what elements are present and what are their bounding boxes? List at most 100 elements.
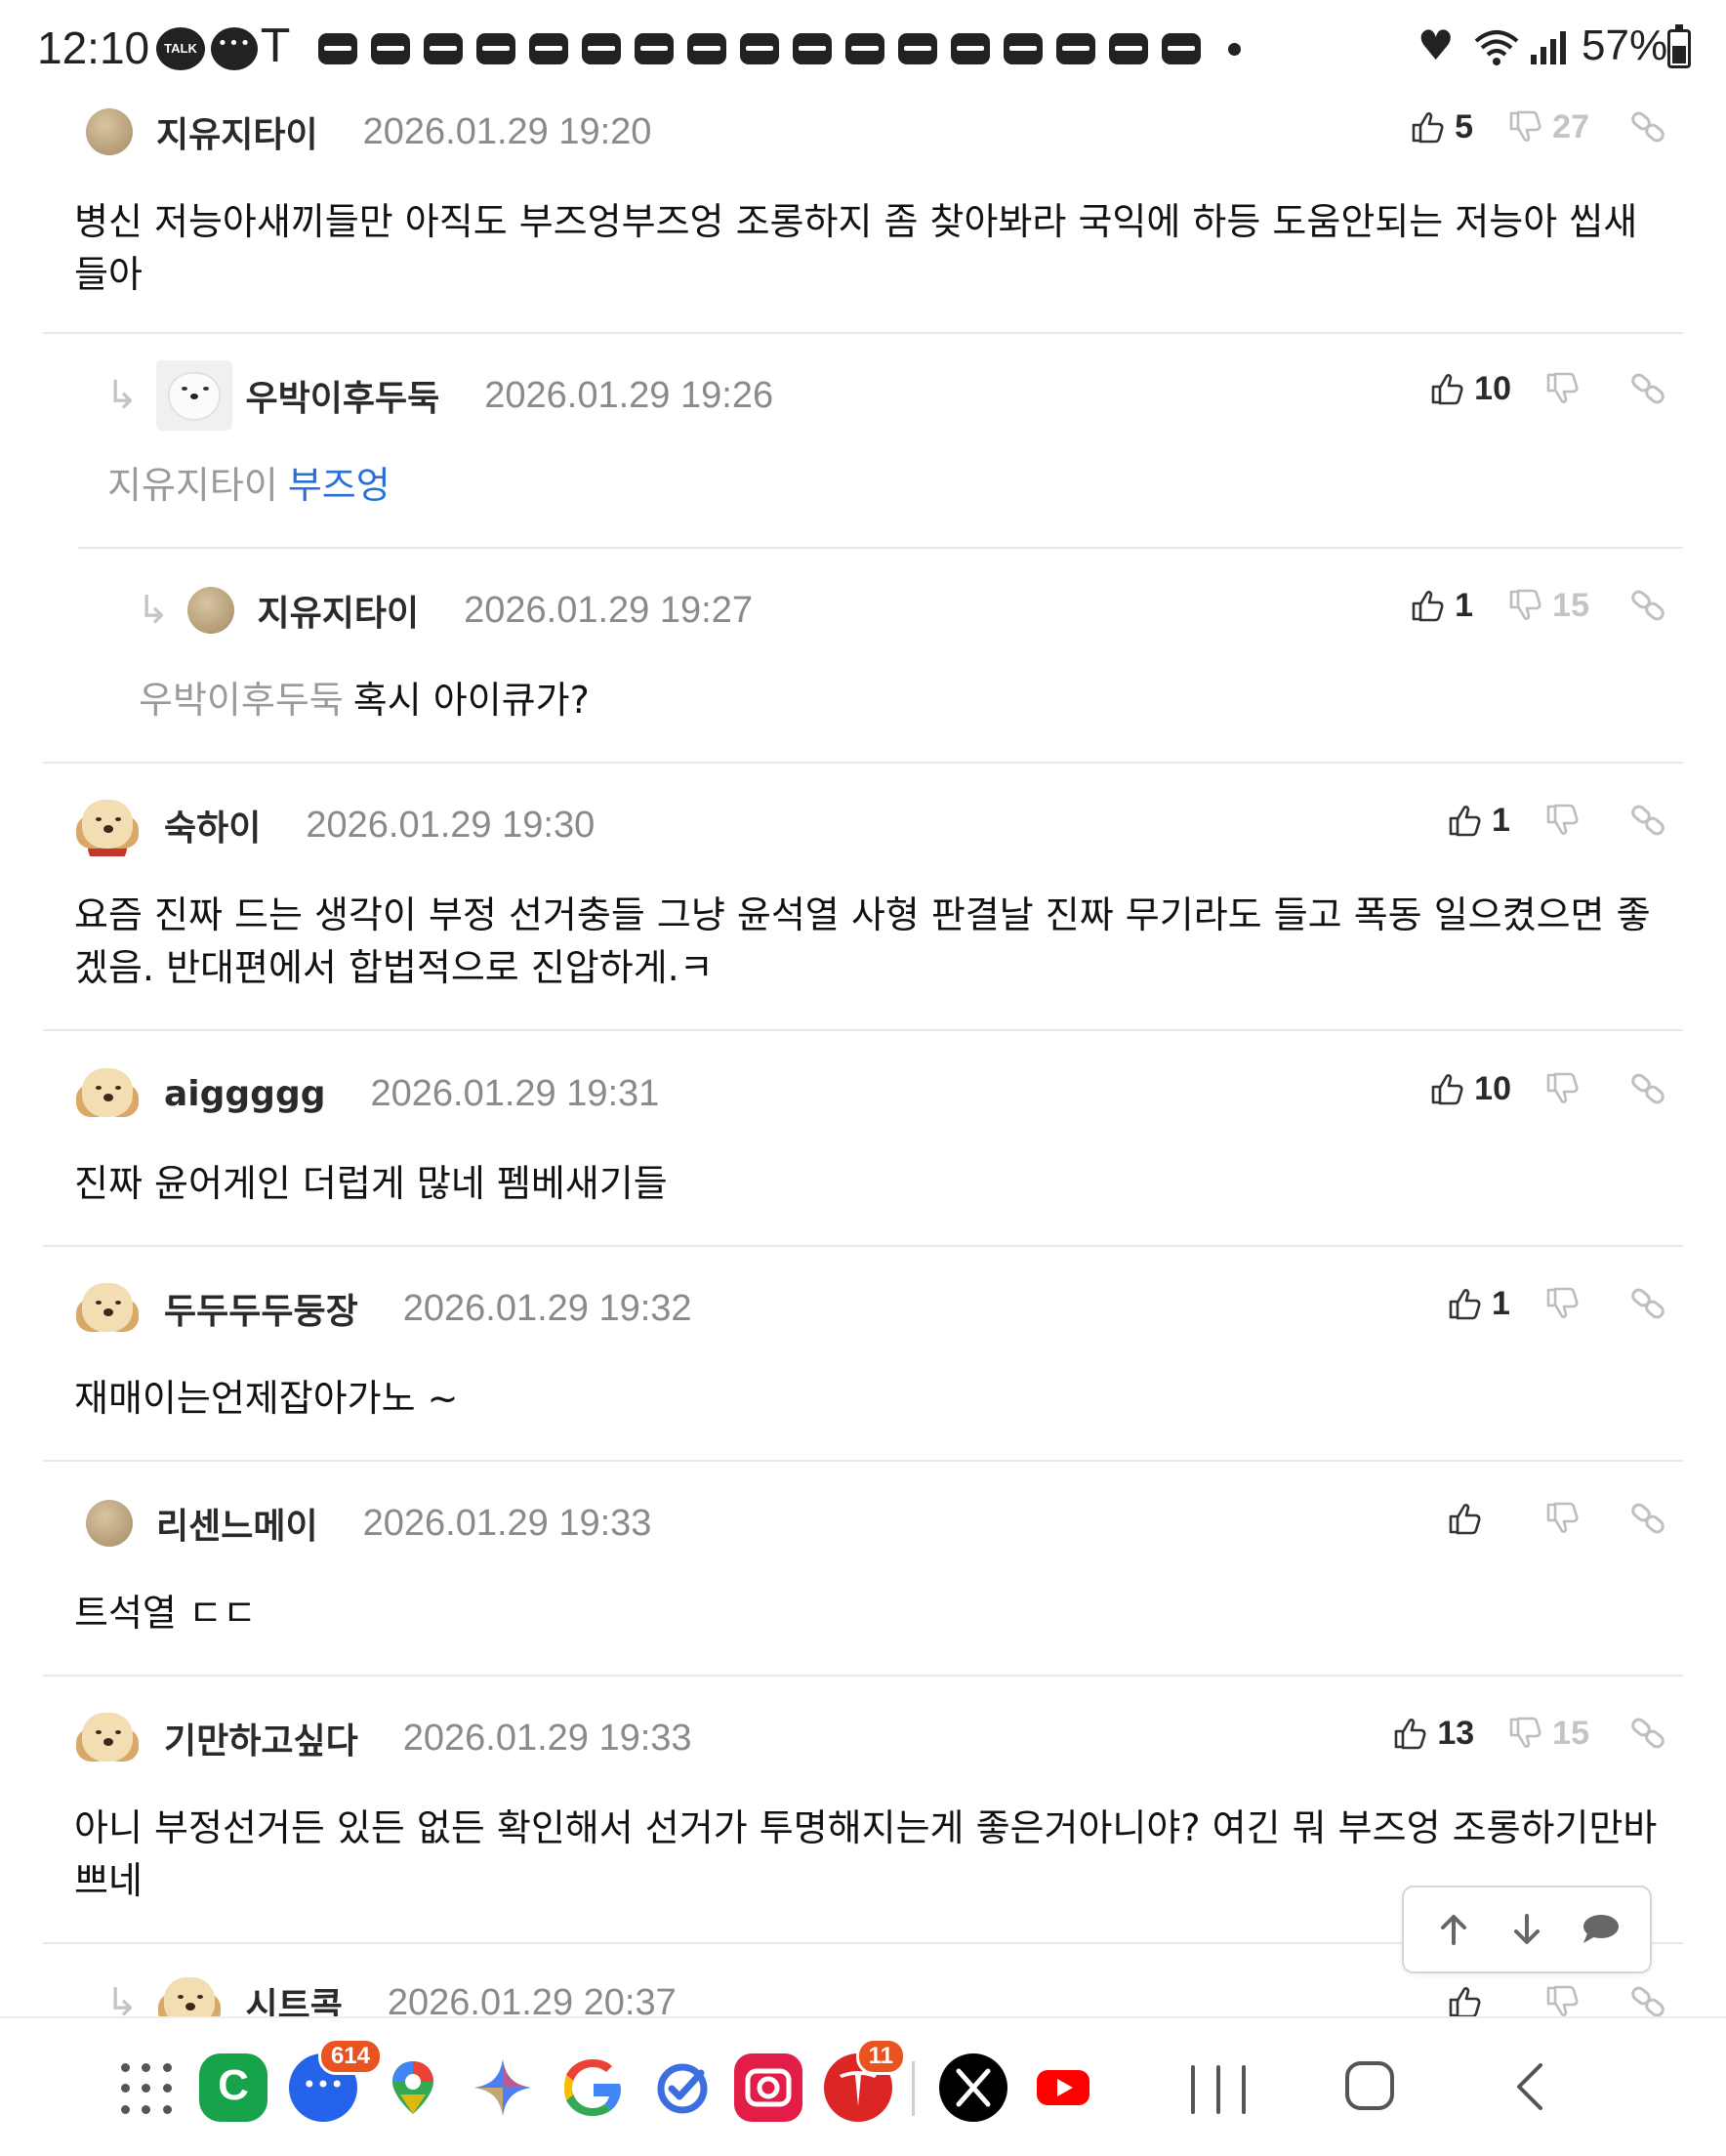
thumbs-up-icon bbox=[1449, 1504, 1481, 1535]
downvote-button[interactable]: 15 bbox=[1505, 586, 1589, 625]
avatar[interactable] bbox=[156, 1971, 223, 2016]
downvote-count: 15 bbox=[1552, 586, 1589, 624]
thumbs-up-icon bbox=[1395, 1719, 1426, 1750]
avatar[interactable] bbox=[74, 1277, 141, 1340]
upvote-button[interactable]: 1 bbox=[1408, 586, 1474, 625]
arrow-down-icon[interactable] bbox=[1500, 1902, 1554, 1957]
wifi-icon bbox=[1474, 30, 1519, 65]
upvote-button[interactable] bbox=[1445, 1499, 1511, 1538]
downvote-button[interactable]: 27 bbox=[1505, 107, 1589, 146]
link-icon[interactable] bbox=[1628, 1982, 1667, 2016]
comment-icon[interactable] bbox=[1573, 1902, 1627, 1957]
messages-icon[interactable]: 614 bbox=[289, 2038, 383, 2122]
upvote-button[interactable]: 5 bbox=[1408, 107, 1474, 146]
comment-header: aiggggg 2026.01.29 19:31 bbox=[74, 1059, 659, 1128]
comment-date: 2026.01.29 19:33 bbox=[402, 1717, 692, 1759]
avatar[interactable] bbox=[155, 360, 232, 431]
chat-bubble-icon bbox=[211, 27, 258, 70]
downvote-button[interactable] bbox=[1542, 1499, 1589, 1538]
downvote-button[interactable] bbox=[1542, 1069, 1589, 1108]
link-icon[interactable] bbox=[1628, 369, 1667, 408]
upvote-button[interactable]: 10 bbox=[1427, 369, 1511, 408]
back-icon[interactable] bbox=[1503, 2057, 1562, 2116]
taskbar-separator bbox=[912, 2061, 915, 2116]
comment-actions: 13 15 bbox=[1359, 1706, 1667, 1761]
mention-username[interactable]: 우박이후두둑 bbox=[139, 679, 344, 722]
comment-actions: 1 15 bbox=[1377, 578, 1667, 633]
link-icon[interactable] bbox=[1628, 586, 1667, 625]
comment-nickname[interactable]: 리센느메이 bbox=[156, 1498, 318, 1549]
mention-username[interactable]: 지유지타이 bbox=[107, 464, 278, 507]
upvote-count: 13 bbox=[1437, 1714, 1475, 1752]
thumbs-up-icon bbox=[1431, 374, 1463, 405]
google-maps-icon[interactable] bbox=[379, 2053, 447, 2122]
arrow-up-icon[interactable] bbox=[1426, 1902, 1481, 1957]
home-icon[interactable] bbox=[1345, 2061, 1394, 2110]
divider bbox=[43, 1245, 1683, 1247]
check-app-icon[interactable] bbox=[648, 2053, 717, 2122]
x-app-icon[interactable] bbox=[939, 2053, 1007, 2122]
more-notifications-dot bbox=[1228, 43, 1241, 56]
comment-date: 2026.01.29 19:20 bbox=[362, 110, 652, 152]
divider bbox=[43, 332, 1683, 334]
comment-nickname[interactable]: 시트콕 bbox=[246, 1977, 343, 2016]
comment-list: 지유지타이 2026.01.29 19:20 5 27 병신 저능아새끼들만 아… bbox=[0, 98, 1726, 2016]
avatar[interactable] bbox=[74, 1062, 141, 1125]
comment-nickname[interactable]: 지유지타이 bbox=[258, 585, 420, 636]
downvote-button[interactable]: 15 bbox=[1505, 1714, 1589, 1753]
green-c-app-icon[interactable] bbox=[199, 2053, 267, 2122]
comment-header: 지유지타이 2026.01.29 19:20 bbox=[86, 98, 651, 166]
divider bbox=[43, 1460, 1683, 1462]
comment-text[interactable]: 부즈엉 bbox=[288, 464, 390, 507]
notification-tray-icon bbox=[845, 33, 884, 64]
tesla-icon: T bbox=[262, 20, 290, 72]
downvote-button[interactable] bbox=[1542, 801, 1589, 840]
link-icon[interactable] bbox=[1628, 801, 1667, 840]
avatar[interactable] bbox=[186, 587, 234, 634]
notification-tray-icon bbox=[635, 33, 674, 64]
upvote-button[interactable] bbox=[1445, 1982, 1511, 2016]
comment-nickname[interactable]: 숙하이 bbox=[164, 800, 261, 850]
avatar[interactable] bbox=[86, 1500, 133, 1547]
comment-actions: 10 bbox=[1396, 361, 1667, 416]
comment-nickname[interactable]: aiggggg bbox=[164, 1074, 325, 1114]
comment-nickname[interactable]: 우박이후두둑 bbox=[246, 370, 440, 421]
upvote-button[interactable]: 1 bbox=[1445, 1284, 1511, 1323]
link-icon[interactable] bbox=[1628, 1714, 1667, 1753]
app-drawer-icon[interactable] bbox=[119, 2061, 174, 2116]
link-icon[interactable] bbox=[1628, 1499, 1667, 1538]
notification-tray-icon bbox=[371, 33, 410, 64]
avatar[interactable] bbox=[74, 794, 141, 856]
notification-tray-icon bbox=[740, 33, 779, 64]
battery-icon bbox=[1667, 24, 1691, 68]
upvote-button[interactable]: 10 bbox=[1427, 1069, 1511, 1108]
downvote-button[interactable] bbox=[1542, 369, 1589, 408]
comment-text: 혹시 아이큐가? bbox=[352, 679, 590, 722]
comment-nickname[interactable]: 두두두두둥장 bbox=[164, 1283, 358, 1334]
thumbs-up-icon bbox=[1449, 1987, 1481, 2016]
kakaotalk-icon: TALK bbox=[156, 27, 205, 70]
link-icon[interactable] bbox=[1628, 1284, 1667, 1323]
youtube-icon[interactable] bbox=[1029, 2053, 1097, 2122]
downvote-button[interactable] bbox=[1542, 1284, 1589, 1323]
google-icon[interactable] bbox=[558, 2053, 627, 2122]
upvote-button[interactable]: 13 bbox=[1390, 1714, 1474, 1753]
comment-nickname[interactable]: 지유지타이 bbox=[156, 106, 318, 157]
comment-date: 2026.01.29 20:37 bbox=[387, 1981, 677, 2017]
tesla-app-icon[interactable]: 11 bbox=[824, 2038, 906, 2122]
thumbs-down-icon bbox=[1546, 372, 1579, 403]
avatar[interactable] bbox=[86, 108, 133, 155]
comment-nickname[interactable]: 기만하고싶다 bbox=[164, 1713, 358, 1763]
upvote-count: 1 bbox=[1455, 586, 1474, 624]
avatar[interactable] bbox=[74, 1707, 141, 1769]
divider bbox=[43, 1029, 1683, 1031]
camera-app-icon[interactable] bbox=[734, 2053, 802, 2122]
comment-date: 2026.01.29 19:30 bbox=[306, 804, 596, 846]
link-icon[interactable] bbox=[1628, 1069, 1667, 1108]
comment-date: 2026.01.29 19:27 bbox=[464, 589, 753, 631]
upvote-button[interactable]: 1 bbox=[1445, 801, 1511, 840]
recent-apps-icon[interactable] bbox=[1191, 2065, 1246, 2114]
gemini-icon[interactable] bbox=[469, 2053, 537, 2122]
link-icon[interactable] bbox=[1628, 107, 1667, 146]
downvote-button[interactable] bbox=[1542, 1982, 1589, 2016]
